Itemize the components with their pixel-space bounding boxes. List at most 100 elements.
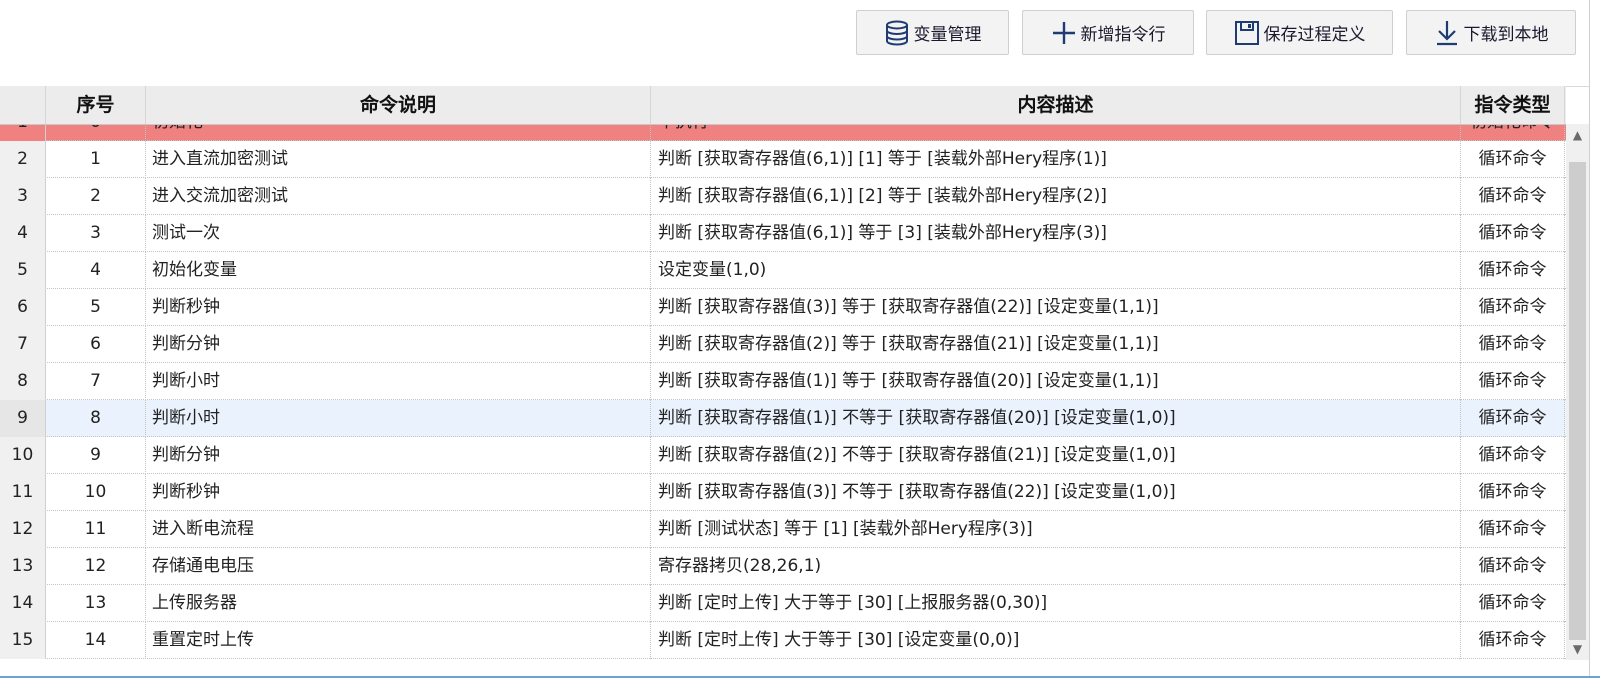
table-row[interactable]: 13 12 存储通电电压 寄存器拷贝(28,26,1) 循环命令 — [0, 548, 1566, 585]
description-cell[interactable]: 判断 [获取寄存器值(6,1)] [2] 等于 [装载外部Hery程序(2)] — [651, 178, 1461, 215]
command-cell[interactable]: 测试一次 — [146, 215, 651, 252]
type-cell[interactable]: 循环命令 — [1461, 548, 1565, 585]
seq-cell[interactable]: 2 — [46, 178, 146, 215]
command-cell[interactable]: 判断小时 — [146, 363, 651, 400]
description-cell[interactable]: 判断 [获取寄存器值(2)] 不等于 [获取寄存器值(21)] [设定变量(1,… — [651, 437, 1461, 474]
row-number-cell[interactable]: 7 — [0, 326, 46, 363]
download-icon — [1434, 19, 1460, 47]
command-grid: 序号 命令说明 内容描述 指令类型 10初始化不执行初始化命令21进入直流加密测… — [0, 86, 1600, 676]
type-cell[interactable]: 循环命令 — [1461, 326, 1565, 363]
seq-cell[interactable]: 12 — [46, 548, 146, 585]
description-cell[interactable]: 判断 [获取寄存器值(3)] 不等于 [获取寄存器值(22)] [设定变量(1,… — [651, 474, 1461, 511]
row-number-cell[interactable]: 5 — [0, 252, 46, 289]
description-cell[interactable]: 判断 [获取寄存器值(2)] 等于 [获取寄存器值(21)] [设定变量(1,1… — [651, 326, 1461, 363]
command-cell[interactable]: 判断分钟 — [146, 437, 651, 474]
type-cell[interactable]: 循环命令 — [1461, 437, 1565, 474]
seq-cell[interactable]: 4 — [46, 252, 146, 289]
description-cell[interactable]: 设定变量(1,0) — [651, 252, 1461, 289]
save-process-button[interactable]: 保存过程定义 — [1206, 10, 1393, 55]
command-cell[interactable]: 进入断电流程 — [146, 511, 651, 548]
row-number-cell[interactable]: 9 — [0, 400, 46, 437]
seq-cell[interactable]: 11 — [46, 511, 146, 548]
table-row[interactable]: 8 7 判断小时 判断 [获取寄存器值(1)] 等于 [获取寄存器值(20)] [设定… — [0, 363, 1566, 400]
type-cell[interactable]: 循环命令 — [1461, 474, 1565, 511]
seq-cell[interactable]: 7 — [46, 363, 146, 400]
vertical-scrollbar[interactable]: ▲ ▼ — [1566, 124, 1589, 660]
add-command-row-button[interactable]: 新增指令行 — [1022, 10, 1194, 55]
command-cell[interactable]: 上传服务器 — [146, 585, 651, 622]
table-row[interactable]: 10 9 判断分钟 判断 [获取寄存器值(2)] 不等于 [获取寄存器值(21)] [… — [0, 437, 1566, 474]
table-row[interactable]: 5 4 初始化变量 设定变量(1,0) 循环命令 — [0, 252, 1566, 289]
table-row[interactable]: 4 3 测试一次 判断 [获取寄存器值(6,1)] 等于 [3] [装载外部Hery程… — [0, 215, 1566, 252]
column-header-seq[interactable]: 序号 — [46, 86, 146, 124]
row-number-cell[interactable]: 15 — [0, 622, 46, 659]
row-header-corner[interactable] — [0, 86, 46, 124]
column-header-type[interactable]: 指令类型 — [1461, 86, 1565, 124]
table-row[interactable]: 11 10 判断秒钟 判断 [获取寄存器值(3)] 不等于 [获取寄存器值(22)] … — [0, 474, 1566, 511]
table-row[interactable]: 7 6 判断分钟 判断 [获取寄存器值(2)] 等于 [获取寄存器值(21)] [设定… — [0, 326, 1566, 363]
command-cell[interactable]: 判断分钟 — [146, 326, 651, 363]
command-cell[interactable]: 判断秒钟 — [146, 289, 651, 326]
variable-manage-button[interactable]: 变量管理 — [856, 10, 1009, 55]
table-row[interactable]: 15 14 重置定时上传 判断 [定时上传] 大于等于 [30] [设定变量(0,0)… — [0, 622, 1566, 659]
table-row[interactable]: 14 13 上传服务器 判断 [定时上传] 大于等于 [30] [上报服务器(0,30… — [0, 585, 1566, 622]
seq-cell[interactable]: 8 — [46, 400, 146, 437]
seq-cell[interactable]: 5 — [46, 289, 146, 326]
command-cell[interactable]: 判断秒钟 — [146, 474, 651, 511]
type-cell[interactable]: 循环命令 — [1461, 215, 1565, 252]
command-cell[interactable]: 重置定时上传 — [146, 622, 651, 659]
scrollbar-thumb[interactable] — [1569, 162, 1586, 640]
description-cell[interactable]: 判断 [获取寄存器值(1)] 不等于 [获取寄存器值(20)] [设定变量(1,… — [651, 400, 1461, 437]
description-cell[interactable]: 寄存器拷贝(28,26,1) — [651, 548, 1461, 585]
table-row[interactable]: 2 1 进入直流加密测试 判断 [获取寄存器值(6,1)] [1] 等于 [装载外部H… — [0, 141, 1566, 178]
table-row[interactable]: 12 11 进入断电流程 判断 [测试状态] 等于 [1] [装载外部Hery程序(3… — [0, 511, 1566, 548]
type-cell[interactable]: 循环命令 — [1461, 289, 1565, 326]
row-number-cell[interactable]: 3 — [0, 178, 46, 215]
type-cell[interactable]: 循环命令 — [1461, 622, 1565, 659]
description-cell[interactable]: 判断 [测试状态] 等于 [1] [装载外部Hery程序(3)] — [651, 511, 1461, 548]
column-header-description[interactable]: 内容描述 — [651, 86, 1461, 124]
description-cell[interactable]: 判断 [获取寄存器值(6,1)] [1] 等于 [装载外部Hery程序(1)] — [651, 141, 1461, 178]
seq-cell[interactable]: 9 — [46, 437, 146, 474]
seq-cell[interactable]: 13 — [46, 585, 146, 622]
type-cell[interactable]: 循环命令 — [1461, 585, 1565, 622]
type-cell[interactable]: 循环命令 — [1461, 363, 1565, 400]
description-cell[interactable]: 判断 [获取寄存器值(3)] 等于 [获取寄存器值(22)] [设定变量(1,1… — [651, 289, 1461, 326]
type-cell[interactable]: 循环命令 — [1461, 400, 1565, 437]
seq-cell[interactable]: 1 — [46, 141, 146, 178]
table-row[interactable]: 9 8 判断小时 判断 [获取寄存器值(1)] 不等于 [获取寄存器值(20)] [设… — [0, 400, 1566, 437]
description-cell[interactable]: 判断 [定时上传] 大于等于 [30] [设定变量(0,0)] — [651, 622, 1461, 659]
scroll-up-icon[interactable]: ▲ — [1566, 124, 1589, 146]
plus-icon — [1051, 20, 1077, 46]
command-cell[interactable]: 进入交流加密测试 — [146, 178, 651, 215]
command-cell[interactable]: 存储通电电压 — [146, 548, 651, 585]
command-cell[interactable]: 判断小时 — [146, 400, 651, 437]
description-cell[interactable]: 判断 [获取寄存器值(1)] 等于 [获取寄存器值(20)] [设定变量(1,1… — [651, 363, 1461, 400]
scroll-down-icon[interactable]: ▼ — [1566, 638, 1589, 660]
seq-cell[interactable]: 6 — [46, 326, 146, 363]
row-number-cell[interactable]: 11 — [0, 474, 46, 511]
type-cell[interactable]: 循环命令 — [1461, 252, 1565, 289]
type-cell[interactable]: 循环命令 — [1461, 141, 1565, 178]
row-number-cell[interactable]: 13 — [0, 548, 46, 585]
seq-cell[interactable]: 3 — [46, 215, 146, 252]
row-number-cell[interactable]: 2 — [0, 141, 46, 178]
seq-cell[interactable]: 14 — [46, 622, 146, 659]
table-row[interactable]: 3 2 进入交流加密测试 判断 [获取寄存器值(6,1)] [2] 等于 [装载外部H… — [0, 178, 1566, 215]
column-header-command[interactable]: 命令说明 — [146, 86, 651, 124]
row-number-cell[interactable]: 14 — [0, 585, 46, 622]
row-number-cell[interactable]: 6 — [0, 289, 46, 326]
description-cell[interactable]: 判断 [定时上传] 大于等于 [30] [上报服务器(0,30)] — [651, 585, 1461, 622]
row-number-cell[interactable]: 12 — [0, 511, 46, 548]
download-local-button[interactable]: 下载到本地 — [1406, 10, 1576, 55]
command-cell[interactable]: 初始化变量 — [146, 252, 651, 289]
row-number-cell[interactable]: 10 — [0, 437, 46, 474]
command-cell[interactable]: 进入直流加密测试 — [146, 141, 651, 178]
seq-cell[interactable]: 10 — [46, 474, 146, 511]
table-row[interactable]: 6 5 判断秒钟 判断 [获取寄存器值(3)] 等于 [获取寄存器值(22)] [设定… — [0, 289, 1566, 326]
type-cell[interactable]: 循环命令 — [1461, 511, 1565, 548]
type-cell[interactable]: 循环命令 — [1461, 178, 1565, 215]
row-number-cell[interactable]: 4 — [0, 215, 46, 252]
description-cell[interactable]: 判断 [获取寄存器值(6,1)] 等于 [3] [装载外部Hery程序(3)] — [651, 215, 1461, 252]
row-number-cell[interactable]: 8 — [0, 363, 46, 400]
